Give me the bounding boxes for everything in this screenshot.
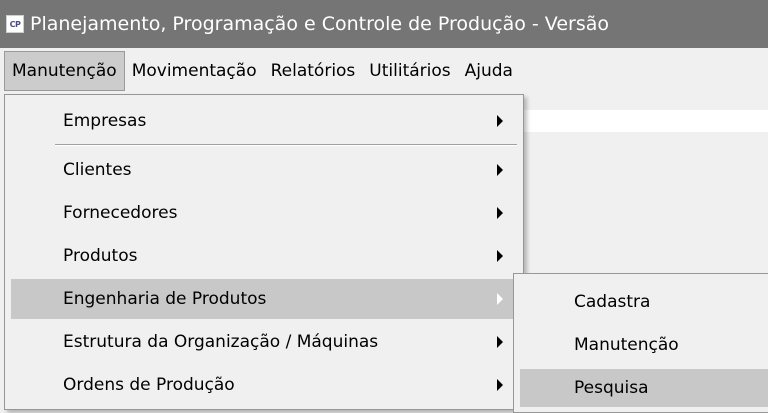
menu-movimentacao[interactable]: Movimentação — [125, 51, 264, 91]
engenharia-submenu: Cadastra Manutenção Pesquisa — [513, 273, 768, 413]
menu-item-label: Empresas — [63, 111, 147, 131]
submenu-arrow-icon — [497, 379, 503, 391]
submenu-arrow-icon — [497, 115, 503, 127]
manutencao-dropdown-menu: Empresas Clientes Fornecedores Produtos … — [4, 94, 524, 410]
menu-utilitarios[interactable]: Utilitários — [362, 51, 457, 91]
menu-manutencao[interactable]: Manutenção — [4, 51, 125, 91]
menu-item-fornecedores[interactable]: Fornecedores — [11, 193, 517, 233]
submenu-arrow-icon — [497, 207, 503, 219]
menu-separator — [55, 144, 517, 146]
menu-item-label: Ordens de Produção — [63, 375, 235, 395]
submenu-item-cadastra[interactable]: Cadastra — [520, 283, 768, 321]
submenu-item-label: Pesquisa — [574, 378, 649, 398]
title-bar: CP Planejamento, Programação e Controle … — [0, 0, 768, 48]
menu-item-label: Engenharia de Produtos — [63, 289, 267, 309]
submenu-arrow-icon — [497, 293, 503, 305]
menu-ajuda[interactable]: Ajuda — [458, 51, 520, 91]
menu-item-clientes[interactable]: Clientes — [11, 150, 517, 190]
menu-relatorios[interactable]: Relatórios — [264, 51, 363, 91]
menu-item-label: Produtos — [63, 246, 138, 266]
submenu-arrow-icon — [497, 250, 503, 262]
menu-item-label: Fornecedores — [63, 203, 178, 223]
menu-item-produtos[interactable]: Produtos — [11, 236, 517, 276]
window-title: Planejamento, Programação e Controle de … — [30, 13, 609, 35]
submenu-arrow-icon — [497, 336, 503, 348]
app-icon[interactable]: CP — [6, 15, 24, 33]
menu-item-estrutura-da-organizacao[interactable]: Estrutura da Organização / Máquinas — [11, 322, 517, 362]
submenu-item-label: Cadastra — [574, 292, 651, 312]
submenu-item-label: Manutenção — [574, 335, 679, 355]
menu-item-label: Estrutura da Organização / Máquinas — [63, 332, 379, 352]
submenu-item-pesquisa[interactable]: Pesquisa — [520, 369, 768, 407]
menu-item-ordens-de-producao[interactable]: Ordens de Produção — [11, 365, 517, 405]
menu-item-label: Clientes — [63, 160, 132, 180]
content-area — [520, 110, 768, 132]
submenu-item-manutencao[interactable]: Manutenção — [520, 326, 768, 364]
menu-bar: Manutenção Movimentação Relatórios Utili… — [0, 48, 768, 94]
submenu-arrow-icon — [497, 164, 503, 176]
menu-item-engenharia-de-produtos[interactable]: Engenharia de Produtos — [11, 279, 517, 319]
menu-item-empresas[interactable]: Empresas — [11, 101, 517, 141]
